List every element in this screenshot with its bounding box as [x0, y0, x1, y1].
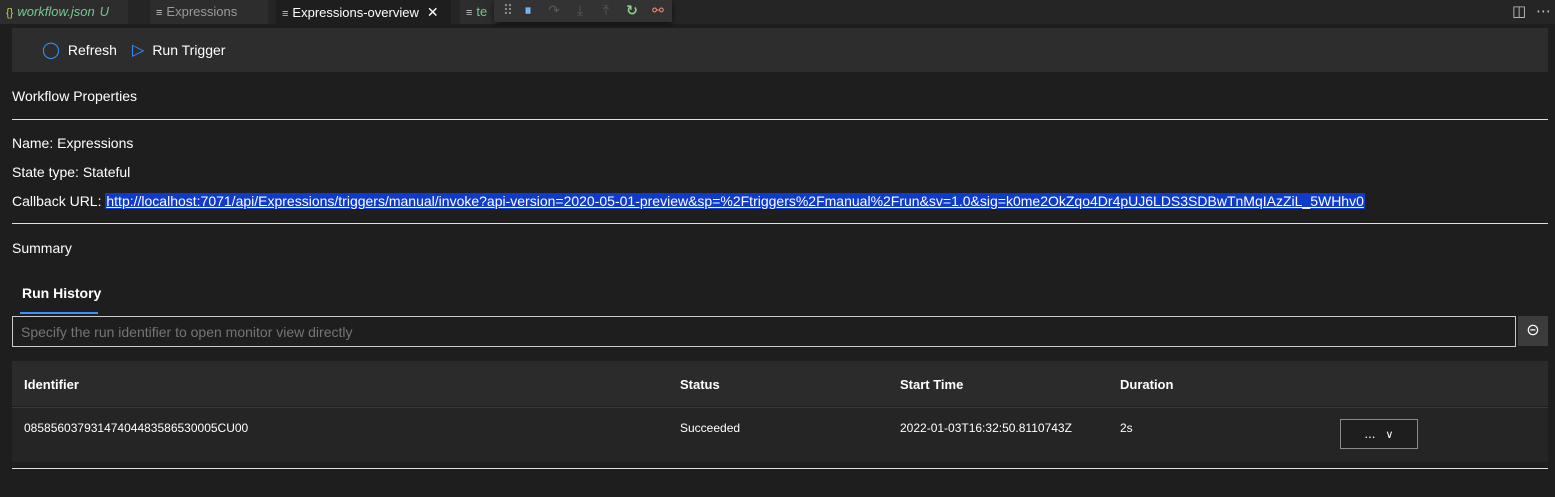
workflow-name: Name: Expressions	[12, 135, 134, 151]
run-start-time: 2022-01-03T16:32:50.8110743Z	[900, 421, 1072, 435]
more-actions-icon[interactable]: ⋯	[1536, 2, 1551, 20]
arrow-right-circle-icon: ⊝	[1526, 322, 1540, 339]
refresh-label: Refresh	[67, 42, 117, 58]
run-trigger-button[interactable]: ▷ Run Trigger	[132, 40, 225, 60]
untracked-badge: U	[99, 4, 110, 19]
split-editor-icon[interactable]: ◫	[1512, 2, 1526, 20]
row-actions-dropdown[interactable]: ... ∨	[1340, 419, 1418, 449]
column-header-duration: Duration	[1120, 377, 1174, 392]
tab-label: workflow.json	[17, 4, 95, 19]
restart-icon[interactable]: ↻	[620, 0, 644, 22]
column-header-status: Status	[680, 377, 720, 392]
tab-label: te	[476, 4, 488, 19]
pause-icon[interactable]: ⏸	[516, 0, 540, 22]
step-out-icon[interactable]: ⤒	[594, 0, 618, 22]
file-icon: ≡	[466, 7, 473, 19]
row-actions-label: ...	[1364, 426, 1376, 441]
column-header-identifier: Identifier	[24, 377, 79, 392]
tab-expressions[interactable]: ≡ Expressions	[150, 0, 268, 24]
workflow-properties-heading: Workflow Properties	[12, 88, 138, 104]
close-icon[interactable]: ✕	[427, 4, 439, 20]
table-row[interactable]: 08585603793147404483586530005CU00 Succee…	[12, 407, 1548, 462]
json-file-icon: {}	[6, 7, 14, 19]
refresh-icon: ◯	[42, 42, 60, 59]
refresh-button[interactable]: ◯ Refresh	[42, 40, 117, 60]
step-over-icon[interactable]: ↷	[542, 0, 566, 22]
file-icon: ≡	[156, 7, 163, 19]
tab-active-indicator	[20, 312, 98, 314]
chevron-down-icon: ∨	[1385, 429, 1394, 441]
summary-heading: Summary	[12, 240, 72, 256]
run-status: Succeeded	[680, 421, 741, 435]
state-type: State type: Stateful	[12, 164, 131, 180]
run-duration: 2s	[1120, 421, 1133, 435]
go-arrow-button[interactable]: ⊝	[1518, 316, 1548, 346]
divider	[12, 119, 1548, 120]
tab-expressions-overview[interactable]: ≡ Expressions-overview ✕	[276, 0, 451, 24]
debug-toolbar: ⠿ ⏸ ↷ ⤓ ⤒ ↻ ⚯	[494, 0, 672, 22]
divider	[12, 468, 1548, 469]
divider	[12, 223, 1548, 224]
tab-workflow-json[interactable]: {} workflow.json U	[0, 0, 128, 24]
tab-label: Expressions-overview	[292, 5, 419, 20]
callback-url-link[interactable]: http://localhost:7071/api/Expressions/tr…	[105, 193, 1365, 209]
run-history-table-header: Identifier Status Start Time Duration	[12, 361, 1548, 406]
run-identifier: 08585603793147404483586530005CU00	[24, 421, 249, 435]
step-into-icon[interactable]: ⤓	[568, 0, 592, 22]
run-identifier-input[interactable]	[12, 316, 1516, 347]
command-toolbar: ◯ Refresh ▷ Run Trigger	[12, 28, 1548, 72]
file-icon: ≡	[282, 8, 289, 20]
column-header-start-time: Start Time	[900, 377, 964, 392]
run-trigger-label: Run Trigger	[152, 42, 226, 58]
editor-tab-bar: {} workflow.json U ≡ Expressions ≡ Expressio…	[0, 0, 1555, 24]
tab-run-history[interactable]: Run History	[22, 285, 101, 301]
tab-label: Expressions	[166, 4, 238, 19]
callback-url-row: Callback URL: http://localhost:7071/api/…	[12, 193, 1365, 209]
callback-url-label: Callback URL:	[12, 193, 106, 209]
play-icon: ▷	[132, 42, 145, 59]
disconnect-icon[interactable]: ⚯	[646, 0, 670, 22]
